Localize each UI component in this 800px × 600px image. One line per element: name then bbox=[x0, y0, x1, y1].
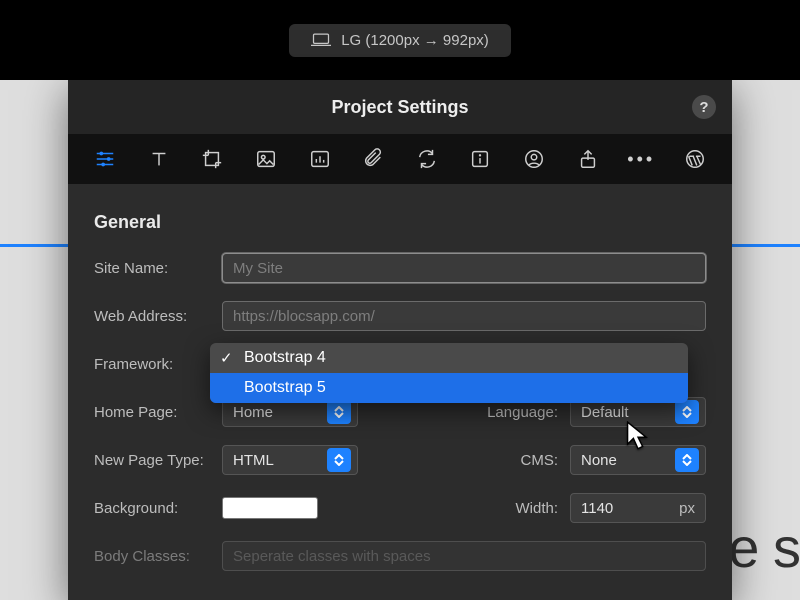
tab-analytics[interactable] bbox=[305, 144, 335, 174]
paperclip-icon bbox=[362, 148, 384, 170]
info-icon bbox=[469, 148, 491, 170]
label-cms: CMS: bbox=[482, 452, 570, 469]
new-page-type-value: HTML bbox=[233, 452, 327, 469]
breakpoint-indicator[interactable]: LG (1200px → 992px) bbox=[289, 24, 511, 57]
top-bar: LG (1200px → 992px) bbox=[0, 0, 800, 80]
panel-title: Project Settings bbox=[331, 97, 468, 118]
tab-image[interactable] bbox=[251, 144, 281, 174]
row-body-classes: Body Classes: bbox=[94, 541, 706, 571]
help-button[interactable]: ? bbox=[692, 95, 716, 119]
option-label: Bootstrap 4 bbox=[244, 349, 326, 367]
tab-wordpress[interactable] bbox=[680, 144, 710, 174]
framework-dropdown: ✓ Bootstrap 4 Bootstrap 5 bbox=[210, 343, 688, 403]
ellipsis-icon: ••• bbox=[627, 149, 655, 170]
tab-frame[interactable] bbox=[197, 144, 227, 174]
label-new-page-type: New Page Type: bbox=[94, 452, 222, 469]
option-label: Bootstrap 5 bbox=[244, 379, 326, 397]
stepper-icon bbox=[327, 448, 351, 472]
tab-more[interactable]: ••• bbox=[626, 144, 656, 174]
row-background-width: Background: Width: 1140 px bbox=[94, 493, 706, 523]
sliders-icon bbox=[94, 148, 116, 170]
label-framework: Framework: bbox=[94, 356, 222, 373]
language-value: Default bbox=[581, 404, 675, 421]
tab-sync[interactable] bbox=[412, 144, 442, 174]
label-width: Width: bbox=[482, 500, 570, 517]
width-field[interactable]: 1140 px bbox=[570, 493, 706, 523]
background-color-swatch[interactable] bbox=[222, 497, 318, 519]
tab-user[interactable] bbox=[519, 144, 549, 174]
tab-attachments[interactable] bbox=[358, 144, 388, 174]
tab-export[interactable] bbox=[573, 144, 603, 174]
row-site-name: Site Name: bbox=[94, 253, 706, 283]
tab-general[interactable] bbox=[90, 144, 120, 174]
home-page-value: Home bbox=[233, 404, 327, 421]
panel-header: Project Settings ? bbox=[68, 80, 732, 134]
web-address-input[interactable] bbox=[222, 301, 706, 331]
width-value: 1140 bbox=[581, 500, 671, 517]
site-name-input[interactable] bbox=[222, 253, 706, 283]
framework-option-bootstrap4[interactable]: ✓ Bootstrap 4 bbox=[210, 343, 688, 373]
mouse-cursor bbox=[626, 421, 650, 451]
label-home-page: Home Page: bbox=[94, 404, 222, 421]
share-icon bbox=[577, 148, 599, 170]
type-icon bbox=[148, 148, 170, 170]
stepper-icon bbox=[675, 448, 699, 472]
crop-frame-icon bbox=[201, 148, 223, 170]
settings-tab-bar: ••• bbox=[68, 134, 732, 184]
tab-typography[interactable] bbox=[144, 144, 174, 174]
laptop-icon bbox=[311, 33, 331, 47]
breakpoint-label: LG (1200px → 992px) bbox=[341, 32, 489, 49]
label-body-classes: Body Classes: bbox=[94, 548, 222, 565]
label-site-name: Site Name: bbox=[94, 260, 222, 277]
stepper-icon bbox=[327, 400, 351, 424]
label-web-address: Web Address: bbox=[94, 308, 222, 325]
cms-value: None bbox=[581, 452, 675, 469]
width-unit: px bbox=[679, 500, 695, 517]
row-pagetype-cms: New Page Type: HTML CMS: None bbox=[94, 445, 706, 475]
label-language: Language: bbox=[482, 404, 570, 421]
label-background: Background: bbox=[94, 500, 222, 517]
tab-info[interactable] bbox=[465, 144, 495, 174]
user-icon bbox=[523, 148, 545, 170]
body-classes-input[interactable] bbox=[222, 541, 706, 571]
framework-option-bootstrap5[interactable]: Bootstrap 5 bbox=[210, 373, 688, 403]
section-heading-general: General bbox=[94, 212, 706, 233]
check-icon: ✓ bbox=[220, 349, 233, 367]
wordpress-icon bbox=[684, 148, 706, 170]
image-icon bbox=[255, 148, 277, 170]
bar-chart-icon bbox=[309, 148, 331, 170]
refresh-icon bbox=[416, 148, 438, 170]
stepper-icon bbox=[675, 400, 699, 424]
new-page-type-select[interactable]: HTML bbox=[222, 445, 358, 475]
panel-body: General Site Name: Web Address: Framewor… bbox=[68, 184, 732, 571]
project-settings-panel: Project Settings ? ••• General Site Name… bbox=[68, 80, 732, 600]
row-framework: Framework: ✓ Bootstrap 4 Bootstrap 5 bbox=[94, 349, 706, 379]
row-web-address: Web Address: bbox=[94, 301, 706, 331]
